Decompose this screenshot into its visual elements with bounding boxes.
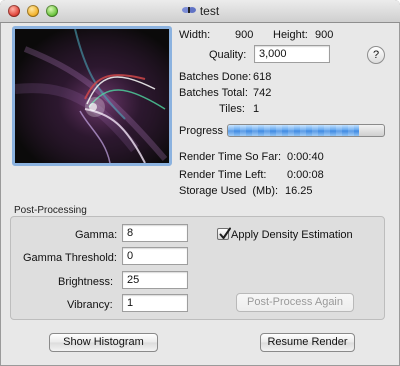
render-progress-bar	[227, 124, 385, 137]
batches-done-value: 618	[253, 71, 272, 83]
post-processing-heading: Post-Processing	[14, 205, 87, 216]
time-left-label: Render Time Left:	[179, 169, 267, 181]
brightness-field[interactable]: 25	[122, 271, 188, 289]
render-preview-image	[12, 26, 172, 166]
quality-field[interactable]: 3,000	[254, 45, 330, 63]
vibrancy-field[interactable]: 1	[122, 294, 188, 312]
batches-total-label: Batches Total:	[179, 87, 248, 99]
progress-fill	[228, 125, 360, 136]
height-value: 900	[315, 29, 334, 41]
gamma-threshold-label: Gamma Threshold:	[23, 252, 117, 264]
storage-value: 16.25	[285, 185, 313, 197]
brightness-label: Brightness:	[58, 276, 114, 288]
gamma-threshold-field[interactable]: 0	[122, 247, 188, 265]
tiles-value: 1	[253, 103, 260, 115]
time-left-value: 0:00:08	[287, 169, 324, 181]
gamma-field[interactable]: 8	[122, 224, 188, 242]
density-estimation-label[interactable]: Apply Density Estimation	[231, 229, 353, 241]
progress-label: Progress	[179, 125, 224, 137]
window-title-area: test	[0, 4, 400, 18]
quality-label: Quality:	[209, 49, 247, 61]
batches-total-value: 742	[253, 87, 272, 99]
show-histogram-button[interactable]: Show Histogram	[49, 333, 158, 352]
resume-render-button[interactable]: Resume Render	[260, 333, 355, 352]
vibrancy-label: Vibrancy:	[67, 299, 113, 311]
checkmark-icon	[219, 227, 231, 239]
tiles-label: Tiles:	[219, 103, 245, 115]
post-process-again-button[interactable]: Post-Process Again	[236, 293, 354, 312]
width-label: Width:	[179, 29, 211, 41]
title-bar[interactable]: test	[0, 0, 400, 23]
height-label: Height:	[273, 29, 308, 41]
render-window: test Width: 900 Height: 900 Quality: 3,0…	[0, 0, 400, 366]
render-time-value: 0:00:40	[287, 151, 324, 163]
batches-done-label: Batches Done:	[179, 71, 252, 83]
render-time-label: Render Time So Far:	[179, 151, 282, 163]
help-button[interactable]: ?	[367, 46, 385, 64]
window-title: test	[199, 4, 220, 18]
storage-label: Storage Used (Mb):	[179, 185, 279, 197]
width-value: 900	[235, 29, 254, 41]
density-estimation-checkbox[interactable]	[217, 227, 231, 240]
gamma-label: Gamma:	[75, 229, 118, 241]
app-icon	[181, 7, 196, 13]
